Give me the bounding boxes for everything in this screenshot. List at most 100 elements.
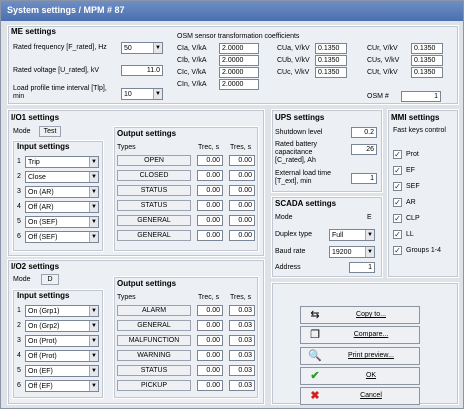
input-select[interactable]: Close ▼ (25, 171, 99, 183)
load-profile-select[interactable]: 10 ▼ (121, 88, 163, 100)
trec-field[interactable]: 0.00 (197, 155, 223, 166)
address-field[interactable]: 1 (349, 262, 375, 273)
input-select[interactable]: Off (SEF) ▼ (25, 231, 99, 243)
coef-field[interactable]: 2.0000 (219, 79, 259, 90)
coef-field[interactable]: 0.1350 (315, 67, 347, 78)
compare-button[interactable]: ❐ Compare... (300, 326, 420, 344)
checkbox-checked-icon[interactable]: ✓ (393, 198, 402, 207)
coef-label: CUc, V/kV (277, 69, 310, 76)
output-type-button[interactable]: CLOSED (117, 170, 191, 181)
input-select[interactable]: Trip ▼ (25, 156, 99, 168)
tres-field[interactable]: 0.03 (229, 320, 255, 331)
output-type-button[interactable]: GENERAL (117, 320, 191, 331)
trec-field[interactable]: 0.00 (197, 350, 223, 361)
output-type-button[interactable]: STATUS (117, 365, 191, 376)
tres-field[interactable]: 0.00 (229, 230, 255, 241)
scada-mode-label: Mode (275, 214, 293, 221)
tres-field[interactable]: 0.03 (229, 380, 255, 391)
ok-button[interactable]: ✔ OK (300, 367, 420, 385)
trec-field[interactable]: 0.00 (197, 170, 223, 181)
print-preview-button[interactable]: 🔍 Print preview... (300, 347, 420, 365)
trec-field[interactable]: 0.00 (197, 380, 223, 391)
output-type-button[interactable]: OPEN (117, 155, 191, 166)
input-number: 4 (17, 203, 21, 210)
trec-field[interactable]: 0.00 (197, 185, 223, 196)
io2-mode-field[interactable]: D (41, 274, 59, 285)
trec-field[interactable]: 0.00 (197, 365, 223, 376)
io2-mode-label: Mode (13, 276, 31, 283)
input-value: Off (EF) (28, 383, 53, 390)
input-select[interactable]: On (SEF) ▼ (25, 216, 99, 228)
coef-field[interactable]: 0.1350 (315, 43, 347, 54)
trec-field[interactable]: 0.00 (197, 305, 223, 316)
tres-field[interactable]: 0.00 (229, 185, 255, 196)
baud-rate-select[interactable]: 19200 ▼ (329, 246, 375, 258)
chevron-down-icon: ▼ (89, 336, 98, 346)
chevron-down-icon: ▼ (89, 306, 98, 316)
external-load-field[interactable]: 1 (351, 173, 377, 184)
coef-field[interactable]: 2.0000 (219, 43, 259, 54)
copy-to-button[interactable]: ⇆ Copy to... (300, 306, 420, 324)
output-type-button[interactable]: GENERAL (117, 215, 191, 226)
checkbox-checked-icon[interactable]: ✓ (393, 182, 402, 191)
coef-field[interactable]: 2.0000 (219, 55, 259, 66)
coef-field[interactable]: 2.0000 (219, 67, 259, 78)
tres-field[interactable]: 0.03 (229, 305, 255, 316)
output-type-button[interactable]: MALFUNCTION (117, 335, 191, 346)
trec-field[interactable]: 0.00 (197, 335, 223, 346)
io2-output-header: Output settings (117, 279, 177, 288)
checkbox-checked-icon[interactable]: ✓ (393, 214, 402, 223)
coef-field[interactable]: 0.1350 (411, 43, 443, 54)
osm-number-field[interactable]: 1 (401, 91, 441, 102)
io1-col-types: Types (117, 144, 136, 151)
output-type-button[interactable]: STATUS (117, 200, 191, 211)
checkbox-checked-icon[interactable]: ✓ (393, 246, 402, 255)
tres-field[interactable]: 0.00 (229, 155, 255, 166)
output-type-button[interactable]: ALARM (117, 305, 191, 316)
input-number: 6 (17, 382, 21, 389)
scada-settings-header: SCADA settings (275, 199, 337, 208)
tres-field[interactable]: 0.00 (229, 215, 255, 226)
io1-input-header: Input settings (17, 142, 70, 151)
chevron-down-icon: ▼ (365, 247, 374, 257)
input-select[interactable]: Off (EF) ▼ (25, 380, 99, 392)
trec-field[interactable]: 0.00 (197, 200, 223, 211)
chevron-down-icon: ▼ (365, 230, 374, 240)
tres-field[interactable]: 0.00 (229, 200, 255, 211)
cancel-button[interactable]: ✖ Cancel (300, 387, 420, 405)
output-type-button[interactable]: GENERAL (117, 230, 191, 241)
battery-capacitance-field[interactable]: 26 (351, 144, 377, 155)
output-type-button[interactable]: PICKUP (117, 380, 191, 391)
shutdown-level-field[interactable]: 0.2 (351, 127, 377, 138)
rated-voltage-field[interactable]: 11.0 (121, 65, 163, 76)
duplex-type-select[interactable]: Full ▼ (329, 229, 375, 241)
coef-field[interactable]: 0.1350 (411, 55, 443, 66)
shutdown-level-label: Shutdown level (275, 129, 323, 136)
input-select[interactable]: Off (AR) ▼ (25, 201, 99, 213)
coef-field[interactable]: 0.1350 (315, 55, 347, 66)
rated-frequency-select[interactable]: 50 ▼ (121, 42, 163, 54)
tres-field[interactable]: 0.03 (229, 365, 255, 376)
input-select[interactable]: On (Prot) ▼ (25, 335, 99, 347)
input-select[interactable]: On (EF) ▼ (25, 365, 99, 377)
trec-field[interactable]: 0.00 (197, 215, 223, 226)
checkbox-checked-icon[interactable]: ✓ (393, 166, 402, 175)
tres-field[interactable]: 0.03 (229, 335, 255, 346)
checkbox-checked-icon[interactable]: ✓ (393, 150, 402, 159)
duplex-type-label: Duplex type (275, 231, 312, 238)
tres-field[interactable]: 0.03 (229, 350, 255, 361)
input-select[interactable]: On (Grp2) ▼ (25, 320, 99, 332)
io1-mode-field[interactable]: Test (39, 126, 61, 137)
tres-field[interactable]: 0.00 (229, 170, 255, 181)
input-select[interactable]: Off (Prot) ▼ (25, 350, 99, 362)
chevron-down-icon: ▼ (89, 366, 98, 376)
trec-field[interactable]: 0.00 (197, 230, 223, 241)
chevron-down-icon: ▼ (153, 89, 162, 99)
output-type-button[interactable]: WARNING (117, 350, 191, 361)
input-select[interactable]: On (Grp1) ▼ (25, 305, 99, 317)
input-select[interactable]: On (AR) ▼ (25, 186, 99, 198)
output-type-button[interactable]: STATUS (117, 185, 191, 196)
coef-field[interactable]: 0.1350 (411, 67, 443, 78)
trec-field[interactable]: 0.00 (197, 320, 223, 331)
checkbox-checked-icon[interactable]: ✓ (393, 230, 402, 239)
